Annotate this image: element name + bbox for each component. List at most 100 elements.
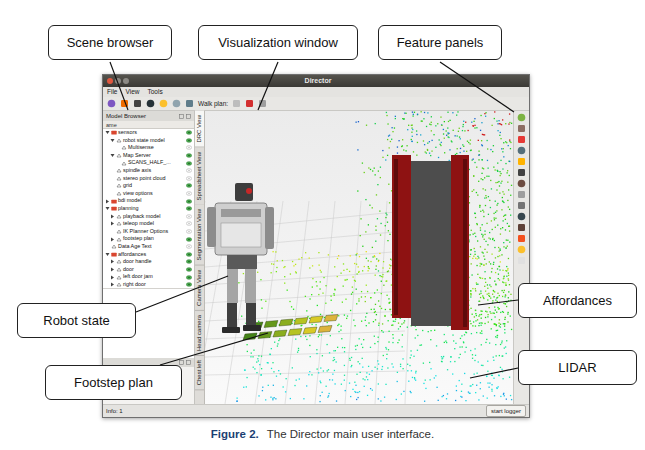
grid-icon[interactable] — [185, 99, 194, 108]
target-icon[interactable] — [172, 99, 181, 108]
visibility-eye-icon[interactable] — [186, 138, 192, 143]
tree-row[interactable]: robot state model — [103, 137, 194, 145]
tree-row[interactable]: stereo point cloud — [103, 175, 194, 183]
robot-model[interactable] — [207, 183, 274, 333]
expand-arrow-icon[interactable] — [110, 138, 115, 143]
tree-row[interactable]: footstep plan — [103, 235, 194, 243]
right-door-jam[interactable] — [451, 155, 469, 330]
tree-row[interactable]: Multisense — [103, 144, 194, 152]
expand-arrow-icon[interactable] — [105, 130, 110, 135]
expand-arrow-icon[interactable] — [110, 214, 115, 219]
visibility-eye-icon[interactable] — [186, 229, 192, 234]
tree-row[interactable]: sensors — [103, 129, 194, 137]
expand-arrow-icon[interactable] — [110, 237, 115, 242]
visibility-eye-icon[interactable] — [186, 199, 192, 204]
tree-row[interactable]: Map Server — [103, 152, 194, 160]
menu-item[interactable]: View — [125, 87, 139, 97]
footstep[interactable] — [303, 327, 317, 334]
visibility-eye-icon[interactable] — [186, 244, 192, 249]
view-tab[interactable]: Chest left — [195, 356, 204, 390]
tree-row[interactable]: IK Planner Options — [103, 228, 194, 236]
feature-panel-icon[interactable] — [517, 179, 526, 188]
feature-panel-icon[interactable] — [517, 201, 526, 210]
door-affordance[interactable] — [392, 155, 469, 330]
visibility-eye-icon[interactable] — [186, 275, 192, 280]
menu-item[interactable]: File — [107, 87, 117, 97]
expand-arrow-icon[interactable] — [105, 252, 110, 257]
feature-panel-icon[interactable] — [517, 146, 526, 155]
feature-panel-icon[interactable] — [517, 124, 526, 133]
tree-row[interactable]: right door — [103, 281, 194, 289]
visibility-eye-icon[interactable] — [186, 130, 192, 135]
left-door-jam[interactable] — [392, 155, 411, 318]
visibility-eye-icon[interactable] — [186, 237, 192, 242]
float-icon[interactable] — [179, 114, 184, 119]
expand-arrow-icon[interactable] — [110, 282, 115, 287]
tree-row[interactable]: view options — [103, 190, 194, 198]
menu-item[interactable]: Tools — [147, 87, 162, 97]
visibility-eye-icon[interactable] — [186, 145, 192, 150]
visualization-window[interactable] — [205, 111, 513, 404]
stop-icon[interactable] — [245, 99, 254, 108]
feature-panel-icon[interactable] — [517, 212, 526, 221]
tree-row[interactable]: bdi model — [103, 197, 194, 205]
footstep[interactable] — [324, 315, 338, 322]
view-tab[interactable]: Spreadsheet View — [195, 148, 204, 206]
footstep[interactable] — [264, 321, 278, 328]
tree-row[interactable]: planning — [103, 205, 194, 213]
feature-panel-icon[interactable] — [517, 157, 526, 166]
tree-row[interactable]: door — [103, 266, 194, 274]
record-icon[interactable] — [258, 99, 267, 108]
footstep[interactable] — [279, 319, 293, 326]
visibility-eye-icon[interactable] — [186, 161, 192, 166]
visibility-eye-icon[interactable] — [186, 168, 192, 173]
tree-row[interactable]: affordances — [103, 251, 194, 259]
footstep[interactable] — [243, 333, 257, 340]
visibility-eye-icon[interactable] — [186, 259, 192, 264]
view-tab[interactable]: Camera View — [195, 266, 204, 311]
footstep[interactable] — [294, 318, 308, 325]
expand-arrow-icon[interactable] — [110, 221, 115, 226]
expand-arrow-icon[interactable] — [105, 206, 110, 211]
play-icon[interactable] — [232, 99, 241, 108]
visibility-eye-icon[interactable] — [186, 206, 192, 211]
footstep[interactable] — [309, 316, 323, 323]
visibility-eye-icon[interactable] — [186, 267, 192, 272]
footstep[interactable] — [288, 329, 302, 336]
tree-row[interactable]: teleop model — [103, 220, 194, 228]
door[interactable] — [411, 161, 451, 326]
feature-panel-icon[interactable] — [517, 135, 526, 144]
tree-row[interactable]: Data Age Text — [103, 243, 194, 251]
feature-panel-icon[interactable] — [517, 256, 526, 265]
tree-row[interactable]: spindle axis — [103, 167, 194, 175]
feature-panel-icon[interactable] — [517, 168, 526, 177]
footstep[interactable] — [273, 330, 287, 337]
expand-arrow-icon[interactable] — [110, 153, 115, 158]
maximize-button[interactable] — [123, 78, 129, 84]
visibility-eye-icon[interactable] — [186, 176, 192, 181]
visibility-eye-icon[interactable] — [186, 183, 192, 188]
camera-icon[interactable] — [133, 99, 142, 108]
tree-row[interactable]: door handle — [103, 258, 194, 266]
feature-panel-icon[interactable] — [517, 245, 526, 254]
tree-row[interactable]: left door jam — [103, 273, 194, 281]
visibility-eye-icon[interactable] — [186, 252, 192, 257]
tree-row[interactable]: grid — [103, 182, 194, 190]
feature-panel-icon[interactable] — [517, 190, 526, 199]
feature-panel-icon[interactable] — [517, 113, 526, 122]
expand-arrow-icon[interactable] — [110, 275, 115, 280]
feature-panel-icon[interactable] — [517, 234, 526, 243]
3d-scene[interactable] — [205, 111, 513, 404]
tree-row[interactable]: playback model — [103, 213, 194, 221]
expand-arrow-icon[interactable] — [105, 199, 110, 204]
column-header[interactable]: ame — [103, 121, 194, 129]
visibility-eye-icon[interactable] — [186, 221, 192, 226]
feature-panel-icon[interactable] — [517, 223, 526, 232]
visibility-eye-icon[interactable] — [186, 191, 192, 196]
close-button[interactable] — [107, 78, 113, 84]
tool-icon[interactable] — [120, 99, 129, 108]
tree-row[interactable]: SCANS_HALF_... — [103, 159, 194, 167]
minimize-button[interactable] — [115, 78, 121, 84]
expand-arrow-icon[interactable] — [110, 259, 115, 264]
footstep[interactable] — [258, 332, 272, 339]
